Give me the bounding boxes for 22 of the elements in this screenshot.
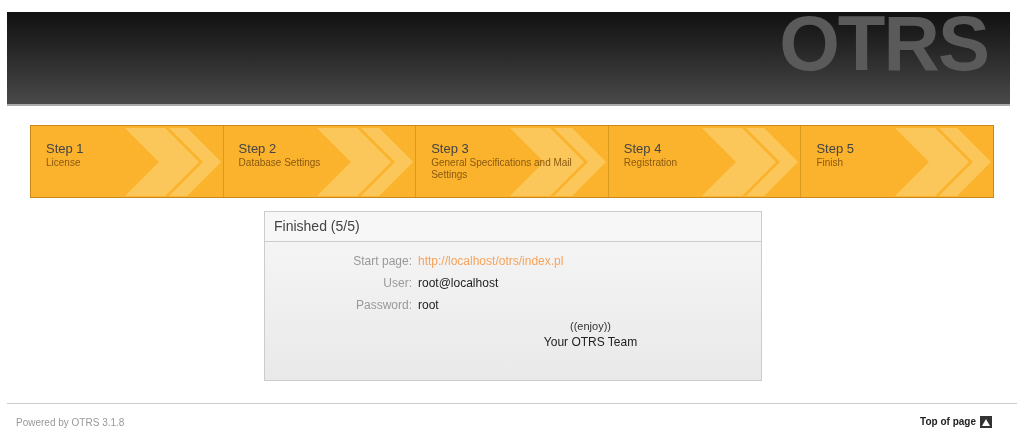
step-label: Finish [816,157,845,169]
field-label: Start page: [352,253,413,270]
step-label: Database Settings [238,157,322,169]
field-value: root [418,297,439,314]
step-title: Step 2 [238,141,278,157]
step-title: Step 5 [816,141,855,157]
panel-title: Finished (5/5) [274,217,360,236]
powered-by-text: Powered by OTRS 3.1.8 [16,416,125,428]
step-title: Step 4 [623,141,663,157]
field-value: root@localhost [418,275,499,292]
field-label: Password: [354,297,413,314]
up-arrow-icon [980,415,992,428]
step-label: General Specifications and Mail Settings [431,157,573,181]
closing-text: Your OTRS Team [543,334,638,351]
step-label: License [46,157,82,169]
closing-text: ((enjoy)) [570,319,611,334]
field-label: User: [382,275,413,292]
top-of-page-link[interactable]: Top of page [920,414,992,428]
otrs-logo: OTRS [779,12,988,82]
step-title: Step 3 [431,141,470,157]
step-title: Step 1 [46,141,85,157]
step-label: Registration [623,157,679,169]
